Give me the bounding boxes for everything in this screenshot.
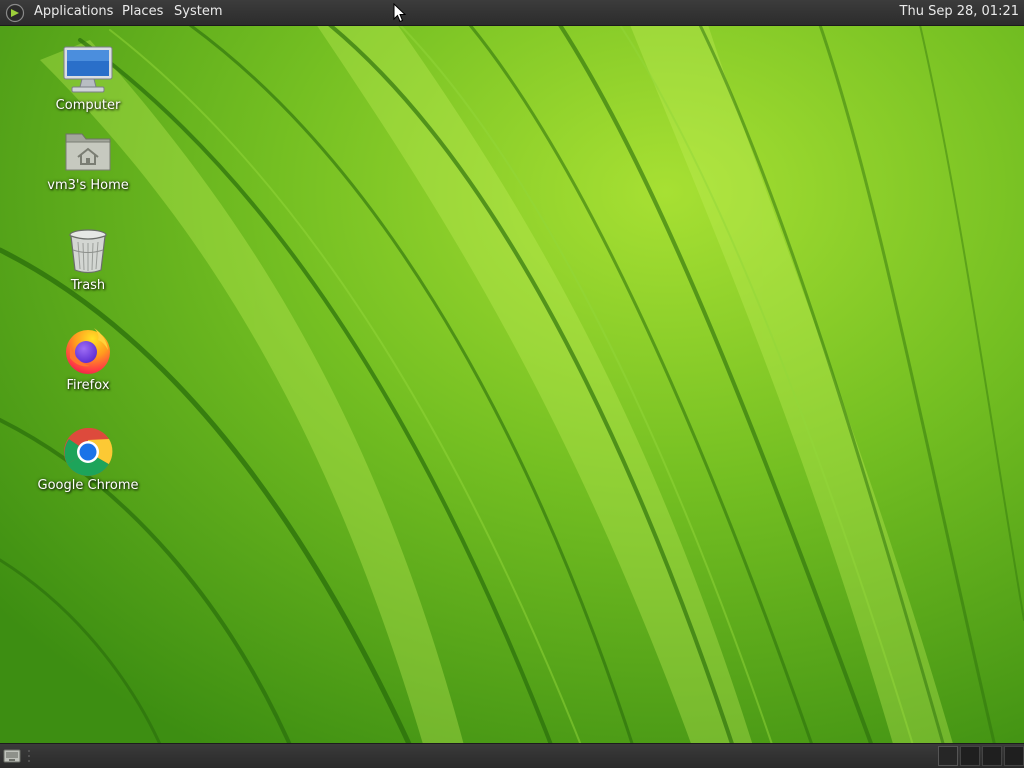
desktop-icon-label: Google Chrome: [37, 478, 139, 493]
desktop-icon-chrome[interactable]: Google Chrome: [36, 422, 140, 494]
workspace-switcher-2[interactable]: [960, 746, 980, 766]
desktop-icon-label: Trash: [70, 278, 106, 293]
desktop-icon-label: Computer: [55, 98, 121, 113]
distro-logo-icon[interactable]: [5, 3, 25, 23]
trash-icon: [69, 229, 107, 274]
places-menu[interactable]: Places: [122, 4, 163, 20]
desktop-icon-firefox[interactable]: Firefox: [36, 322, 140, 394]
top-panel: Applications Places System Thu Sep 28, 0…: [0, 0, 1024, 26]
desktop-icon-home[interactable]: vm3's Home: [36, 122, 140, 194]
desktop-icon-computer[interactable]: Computer: [36, 42, 140, 114]
computer-monitor-icon: [63, 46, 113, 93]
show-desktop-icon[interactable]: [3, 747, 21, 765]
home-folder-icon: [65, 133, 111, 171]
desktop-icon-label: Firefox: [66, 378, 110, 393]
mouse-cursor-icon: [393, 3, 407, 23]
clock[interactable]: Thu Sep 28, 01:21: [900, 4, 1019, 20]
firefox-icon: [66, 328, 110, 374]
desktop-wallpaper[interactable]: [0, 0, 1024, 768]
bottom-panel: [0, 743, 1024, 768]
desktop-icon-label: vm3's Home: [47, 178, 129, 193]
applications-menu[interactable]: Applications: [34, 4, 113, 20]
desktop-screen: Applications Places System Thu Sep 28, 0…: [0, 0, 1024, 768]
panel-drag-handle[interactable]: [26, 748, 32, 764]
desktop-icon-trash[interactable]: Trash: [36, 222, 140, 294]
system-menu[interactable]: System: [174, 4, 222, 20]
workspace-switcher-4[interactable]: [1004, 746, 1024, 766]
workspace-switcher-3[interactable]: [982, 746, 1002, 766]
workspace-switcher-1[interactable]: [938, 746, 958, 766]
chrome-icon: [64, 427, 113, 477]
